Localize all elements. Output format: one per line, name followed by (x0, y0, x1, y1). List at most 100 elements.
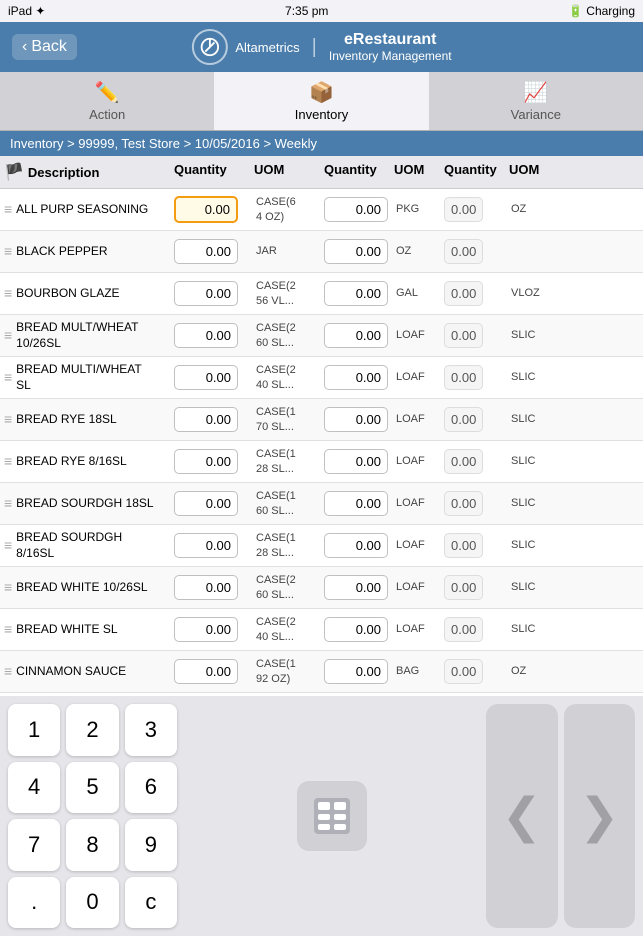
app-name: eRestaurant (329, 31, 452, 49)
qty1-input[interactable] (174, 491, 238, 516)
qty2-input[interactable] (324, 533, 388, 558)
tab-action[interactable]: ✏️ Action (0, 72, 214, 130)
uom1-cell: CASE(1 28 SL... (254, 447, 324, 476)
table-row: ≡ BREAD RYE 18SL CASE(1 70 SL... LOAF 0.… (0, 399, 643, 441)
calculator-icon[interactable] (297, 781, 367, 851)
qty2-input[interactable] (324, 323, 388, 348)
qty2-cell[interactable] (324, 197, 394, 222)
qty1-cell[interactable] (174, 281, 254, 306)
numpad-key-2[interactable]: 2 (66, 704, 118, 756)
qty1-cell[interactable] (174, 239, 254, 264)
uom1-cell: CASE(1 28 SL... (254, 531, 324, 560)
qty3-readonly: 0.00 (444, 197, 483, 222)
qty1-input[interactable] (174, 323, 238, 348)
qty2-input[interactable] (324, 365, 388, 390)
numpad-key-0[interactable]: 0 (66, 877, 118, 929)
next-button[interactable]: ❯ (564, 704, 636, 928)
qty2-cell[interactable] (324, 617, 394, 642)
numpad-key-1[interactable]: 1 (8, 704, 60, 756)
qty2-cell[interactable] (324, 449, 394, 474)
qty2-cell[interactable] (324, 659, 394, 684)
drag-handle-icon: ≡ (4, 578, 12, 596)
tab-bar: ✏️ Action 📦 Inventory 📈 Variance (0, 72, 643, 131)
qty1-input[interactable] (174, 533, 238, 558)
qty1-input[interactable] (174, 617, 238, 642)
qty2-input[interactable] (324, 449, 388, 474)
uom2-cell: PKG (394, 202, 444, 216)
qty2-input[interactable] (324, 491, 388, 516)
col-description: 🏴 Description (4, 162, 174, 182)
tab-variance-label: Variance (511, 107, 561, 122)
numpad-key-7[interactable]: 7 (8, 819, 60, 871)
item-description: BREAD MULT/WHEAT 10/26SL (16, 320, 138, 351)
qty1-cell[interactable] (174, 407, 254, 432)
uom2-cell: LOAF (394, 412, 444, 426)
numpad-key-4[interactable]: 4 (8, 762, 60, 814)
qty1-input[interactable] (174, 239, 238, 264)
uom2-cell: LOAF (394, 538, 444, 552)
qty1-input[interactable] (174, 365, 238, 390)
drag-handle-icon: ≡ (4, 242, 12, 260)
desc-cell: ≡ BREAD RYE 18SL (4, 410, 174, 428)
qty3-cell: 0.00 (444, 412, 509, 427)
qty2-cell[interactable] (324, 365, 394, 390)
numpad-key-.[interactable]: . (8, 877, 60, 929)
inventory-table: 🏴 Description Quantity UOM Quantity UOM … (0, 156, 643, 696)
qty2-input[interactable] (324, 659, 388, 684)
qty1-cell[interactable] (174, 617, 254, 642)
uom1-cell: CASE(1 92 OZ) (254, 657, 324, 686)
qty1-input[interactable] (174, 196, 238, 223)
qty2-input[interactable] (324, 407, 388, 432)
numpad-key-6[interactable]: 6 (125, 762, 177, 814)
qty1-cell[interactable] (174, 575, 254, 600)
qty2-cell[interactable] (324, 575, 394, 600)
qty1-input[interactable] (174, 449, 238, 474)
qty2-input[interactable] (324, 239, 388, 264)
qty2-input[interactable] (324, 281, 388, 306)
qty2-cell[interactable] (324, 533, 394, 558)
item-description: BREAD RYE 8/16SL (16, 454, 127, 470)
qty1-cell[interactable] (174, 659, 254, 684)
qty2-cell[interactable] (324, 323, 394, 348)
qty1-cell[interactable] (174, 323, 254, 348)
qty1-cell[interactable] (174, 533, 254, 558)
action-icon: ✏️ (95, 80, 120, 105)
numpad-key-c[interactable]: c (125, 877, 177, 929)
tab-inventory[interactable]: 📦 Inventory (214, 72, 428, 130)
qty2-input[interactable] (324, 575, 388, 600)
col-uom1-label: UOM (254, 162, 324, 182)
qty1-input[interactable] (174, 659, 238, 684)
numpad-key-5[interactable]: 5 (66, 762, 118, 814)
qty3-cell: 0.00 (444, 454, 509, 469)
uom2-cell: LOAF (394, 328, 444, 342)
qty1-cell[interactable] (174, 196, 254, 223)
desc-cell: ≡ BREAD WHITE 10/26SL (4, 578, 174, 596)
numpad-key-3[interactable]: 3 (125, 704, 177, 756)
qty2-cell[interactable] (324, 239, 394, 264)
qty2-input[interactable] (324, 197, 388, 222)
numpad-key-9[interactable]: 9 (125, 819, 177, 871)
prev-button[interactable]: ❮ (486, 704, 558, 928)
back-button[interactable]: ‹ Back (12, 34, 77, 60)
qty1-input[interactable] (174, 407, 238, 432)
calc-area (185, 696, 478, 936)
status-bar: iPad ✦ 7:35 pm 🔋 Charging (0, 0, 643, 22)
qty3-readonly: 0.00 (444, 533, 483, 558)
uom3-cell: SLIC (509, 622, 559, 636)
uom1-cell: CASE(2 56 VL... (254, 279, 324, 308)
numpad-key-8[interactable]: 8 (66, 819, 118, 871)
uom2-cell: LOAF (394, 580, 444, 594)
qty3-readonly: 0.00 (444, 239, 483, 264)
tab-variance[interactable]: 📈 Variance (429, 72, 643, 130)
bottom-section: 123 456 789.0c ❮ ❯ (0, 696, 643, 936)
qty2-cell[interactable] (324, 407, 394, 432)
qty1-input[interactable] (174, 281, 238, 306)
qty2-cell[interactable] (324, 491, 394, 516)
qty1-cell[interactable] (174, 491, 254, 516)
qty2-input[interactable] (324, 617, 388, 642)
qty1-cell[interactable] (174, 449, 254, 474)
qty1-cell[interactable] (174, 365, 254, 390)
qty1-input[interactable] (174, 575, 238, 600)
qty3-readonly: 0.00 (444, 575, 483, 600)
qty2-cell[interactable] (324, 281, 394, 306)
